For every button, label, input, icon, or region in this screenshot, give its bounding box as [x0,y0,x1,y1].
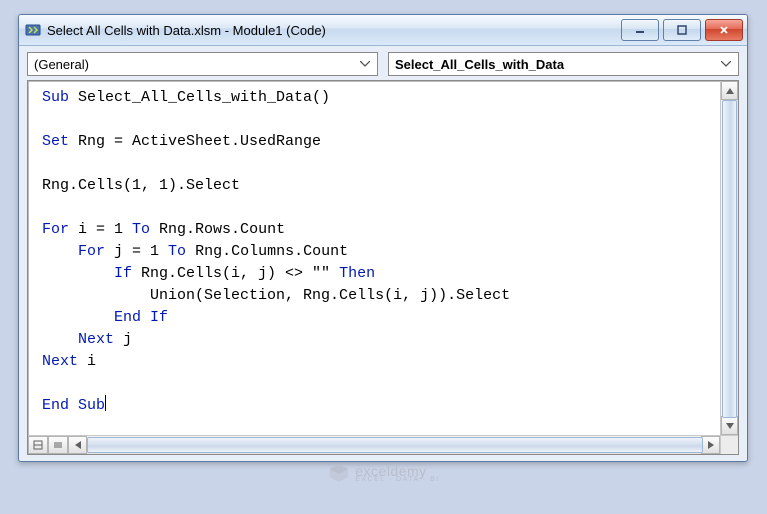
dropdown-row: (General) Select_All_Cells_with_Data [19,46,747,80]
resize-grip[interactable] [720,436,738,454]
watermark-tagline: EXCEL · DATA · BI [355,476,440,483]
vba-code-window: Select All Cells with Data.xlsm - Module… [18,14,748,462]
procedure-dropdown-value: Select_All_Cells_with_Data [395,57,564,72]
close-button[interactable] [705,19,743,41]
object-dropdown[interactable]: (General) [27,52,378,76]
horizontal-scrollbar[interactable] [68,436,720,454]
procedure-view-button[interactable] [28,436,48,454]
code-editor[interactable]: Sub Select_All_Cells_with_Data() Set Rng… [28,81,720,435]
scroll-left-button[interactable] [68,436,87,454]
window-title: Select All Cells with Data.xlsm - Module… [47,23,621,38]
titlebar: Select All Cells with Data.xlsm - Module… [19,15,747,46]
object-dropdown-value: (General) [34,57,89,72]
window-controls [621,19,743,41]
code-pane: Sub Select_All_Cells_with_Data() Set Rng… [27,80,739,455]
chevron-down-icon [357,56,373,72]
vscroll-thumb[interactable] [722,100,737,418]
watermark-icon [327,462,349,484]
bottom-bar [28,435,738,454]
vertical-scrollbar[interactable] [720,81,738,435]
hscroll-thumb[interactable] [87,437,703,453]
full-module-view-button[interactable] [48,436,68,454]
procedure-dropdown[interactable]: Select_All_Cells_with_Data [388,52,739,76]
vscroll-track[interactable] [721,100,738,416]
scroll-down-button[interactable] [721,416,738,435]
text-caret [105,395,106,411]
minimize-button[interactable] [621,19,659,41]
maximize-button[interactable] [663,19,701,41]
scroll-right-button[interactable] [701,436,720,454]
watermark: exceldemy EXCEL · DATA · BI [327,462,440,484]
app-icon [25,22,41,38]
watermark-brand: exceldemy [355,463,426,479]
hscroll-track[interactable] [87,436,701,454]
chevron-down-icon [718,56,734,72]
scroll-up-button[interactable] [721,81,738,100]
